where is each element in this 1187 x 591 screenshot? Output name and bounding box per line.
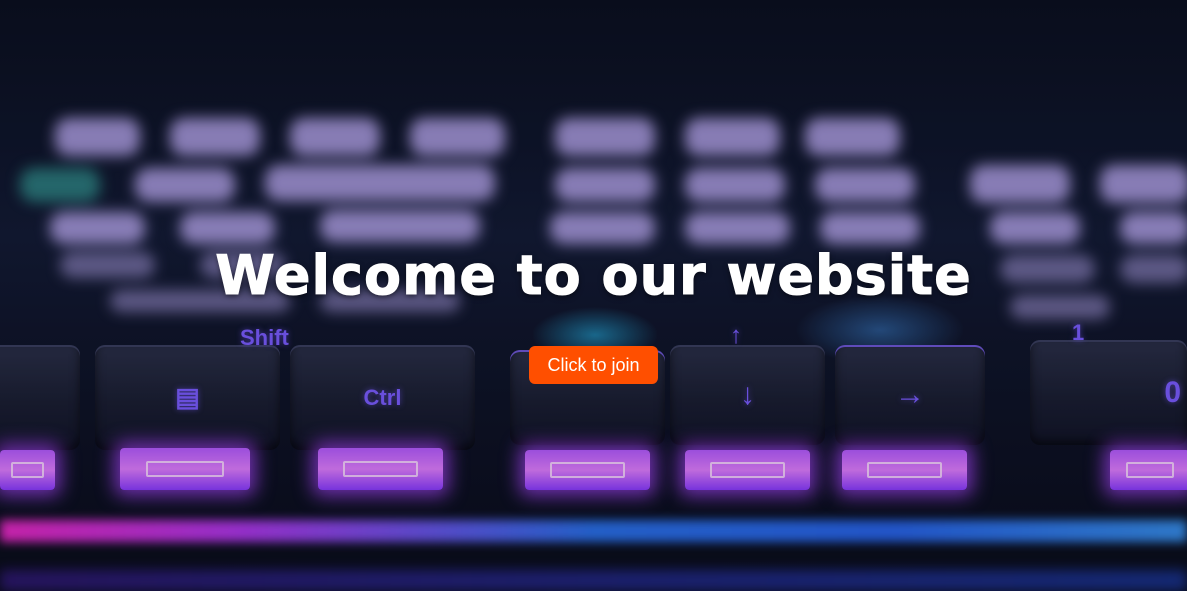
join-button[interactable]: Click to join bbox=[529, 346, 658, 384]
hero-section: ▤ Ctrl ↓ → 0 Shift ↑ 1 Welcome to our we… bbox=[0, 0, 1187, 591]
page-title: Welcome to our website bbox=[215, 244, 972, 308]
